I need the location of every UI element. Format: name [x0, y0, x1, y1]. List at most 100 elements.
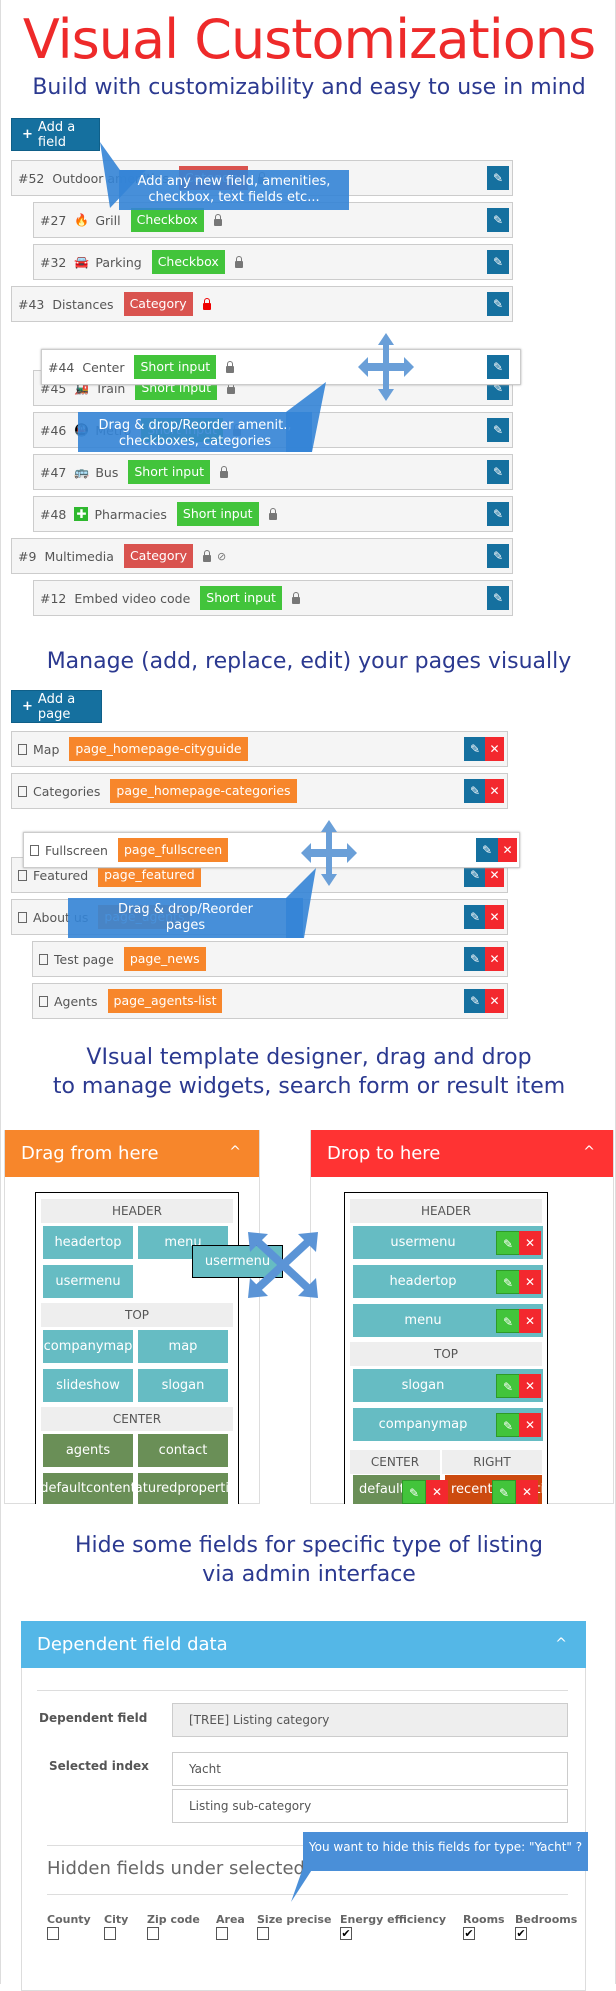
edit-button[interactable]: ✎	[464, 989, 486, 1013]
delete-widget-button[interactable]: ✕	[519, 1413, 541, 1437]
dragged-page-row[interactable]: Fullscreen page_fullscreen ✎ ✕	[23, 832, 520, 868]
delete-button[interactable]: ✕	[485, 779, 504, 803]
edit-widget-button[interactable]: ✎	[496, 1413, 520, 1437]
field-row[interactable]: #32 🚘 Parking Checkbox ✎	[33, 244, 513, 280]
checkbox[interactable]	[257, 1927, 269, 1940]
checkbox[interactable]: ✔	[463, 1927, 475, 1940]
collapse-icon[interactable]: ^	[555, 1636, 567, 1652]
checkbox[interactable]: ✔	[515, 1927, 527, 1940]
edit-widget-button[interactable]: ✎	[496, 1231, 520, 1255]
delete-widget-button[interactable]: ✕	[426, 1480, 448, 1504]
lock-icon	[220, 465, 229, 478]
section-label: TOP	[350, 1342, 542, 1366]
delete-button[interactable]: ✕	[485, 737, 504, 761]
page-title: Visual Customizations	[22, 8, 596, 71]
delete-widget-button[interactable]: ✕	[519, 1231, 541, 1255]
section-label: CENTER	[350, 1450, 440, 1474]
edit-button[interactable]: ✎	[487, 355, 509, 379]
field-type-badge: Short input	[176, 502, 259, 526]
field-name: Pharmacies	[94, 506, 167, 522]
checkbox[interactable]	[216, 1927, 228, 1940]
edit-widget-button[interactable]: ✎	[402, 1480, 426, 1504]
move-arrows-icon	[358, 333, 414, 401]
hidden-fields-title: Hidden fields under selected	[47, 1858, 305, 1879]
field-row[interactable]: #12 Embed video code Short input ✎	[33, 580, 513, 616]
dependent-panel-header[interactable]: Dependent field data ^	[21, 1621, 586, 1668]
field-type-badge: Category	[123, 292, 193, 316]
hide-fields-tooltip: You want to hide this fields for type: "…	[303, 1832, 588, 1871]
field-row[interactable]: #9 Multimedia Category ⊘ ✎	[11, 538, 513, 574]
edit-widget-button[interactable]: ✎	[496, 1309, 520, 1333]
delete-button[interactable]: ✕	[485, 947, 504, 971]
widget[interactable]: slogan	[138, 1369, 228, 1402]
collapse-icon[interactable]: ^	[229, 1144, 241, 1160]
field-name: Embed video code	[74, 590, 191, 606]
delete-button[interactable]: ✕	[485, 905, 504, 929]
checkbox[interactable]	[147, 1927, 159, 1940]
checkbox[interactable]	[104, 1927, 116, 1940]
widget[interactable]: headertop	[43, 1226, 133, 1259]
widget[interactable]: featuredproperties	[138, 1473, 228, 1504]
delete-widget-button[interactable]: ✕	[516, 1480, 538, 1504]
edit-button[interactable]: ✎	[487, 166, 509, 190]
collapse-icon[interactable]: ^	[583, 1144, 595, 1160]
delete-widget-button[interactable]: ✕	[519, 1374, 541, 1398]
field-row[interactable]: #48 ✚ Pharmacies Short input ✎	[33, 496, 513, 532]
drop-to-header[interactable]: Drop to here ^	[311, 1130, 613, 1177]
edit-button[interactable]: ✎	[487, 250, 509, 274]
lock-icon	[226, 360, 235, 373]
field-row[interactable]: #47 🚌 Bus Short input ✎	[33, 454, 513, 490]
edit-button[interactable]: ✎	[464, 947, 486, 971]
page-drag-tooltip: Drag & drop/Reorder pages	[68, 898, 303, 938]
delete-widget-button[interactable]: ✕	[519, 1309, 541, 1333]
edit-button[interactable]: ✎	[464, 905, 486, 929]
edit-button[interactable]: ✎	[487, 586, 509, 610]
delete-widget-button[interactable]: ✕	[519, 1270, 541, 1294]
checkbox[interactable]: ✔	[340, 1927, 352, 1940]
edit-button[interactable]: ✎	[487, 502, 509, 526]
page-row[interactable]: Agents page_agents-list ✎ ✕	[32, 983, 508, 1019]
sub-category-select[interactable]: Listing sub-category	[172, 1789, 568, 1823]
add-page-button[interactable]: + Add a page	[11, 690, 102, 723]
edit-button[interactable]: ✎	[487, 418, 509, 442]
page-row[interactable]: Categories page_homepage-categories ✎ ✕	[11, 773, 508, 809]
file-icon	[18, 911, 27, 923]
widget[interactable]: defaultcontent	[43, 1473, 133, 1504]
page-row[interactable]: Map page_homepage-cityguide ✎ ✕	[11, 731, 508, 767]
field-row[interactable]: #43 Distances Category ✎	[11, 286, 513, 322]
widget[interactable]: agents	[43, 1434, 133, 1467]
edit-button[interactable]: ✎	[487, 460, 509, 484]
widget[interactable]: map	[138, 1330, 228, 1363]
section-label: HEADER	[350, 1199, 542, 1223]
checkbox-label: Zip code	[147, 1913, 200, 1926]
edit-button[interactable]: ✎	[464, 779, 486, 803]
hide-heading-2: via admin interface	[202, 1562, 416, 1587]
checkbox[interactable]	[47, 1927, 59, 1940]
delete-button[interactable]: ✕	[485, 989, 504, 1013]
pharmacy-icon: ✚	[74, 507, 89, 521]
bus-icon: 🚌	[74, 465, 90, 479]
dependent-field-select[interactable]: [TREE] Listing category	[172, 1703, 568, 1737]
widget[interactable]: companymap	[43, 1330, 133, 1363]
edit-button[interactable]: ✎	[487, 208, 509, 232]
widget[interactable]: slideshow	[43, 1369, 133, 1402]
section-label: RIGHT	[442, 1450, 542, 1474]
edit-button[interactable]: ✎	[464, 737, 486, 761]
dragged-field-row[interactable]: #44 Center Short input ✎	[41, 349, 521, 385]
edit-button[interactable]: ✎	[487, 292, 509, 316]
selected-index-select[interactable]: Yacht	[172, 1752, 568, 1786]
page-row[interactable]: Test page page_news ✎ ✕	[32, 941, 508, 977]
edit-widget-button[interactable]: ✎	[492, 1480, 516, 1504]
add-field-button[interactable]: + Add a field	[11, 118, 100, 151]
edit-button[interactable]: ✎	[476, 838, 498, 862]
field-id: #9	[18, 548, 37, 564]
widget[interactable]: contact	[138, 1434, 228, 1467]
delete-button[interactable]: ✕	[498, 838, 517, 862]
drag-from-header[interactable]: Drag from here ^	[5, 1130, 259, 1177]
lock-icon	[291, 591, 300, 604]
widget[interactable]: usermenu	[43, 1265, 133, 1298]
checkbox-label: County	[47, 1913, 91, 1926]
edit-button[interactable]: ✎	[487, 544, 509, 568]
edit-widget-button[interactable]: ✎	[496, 1270, 520, 1294]
edit-widget-button[interactable]: ✎	[496, 1374, 520, 1398]
